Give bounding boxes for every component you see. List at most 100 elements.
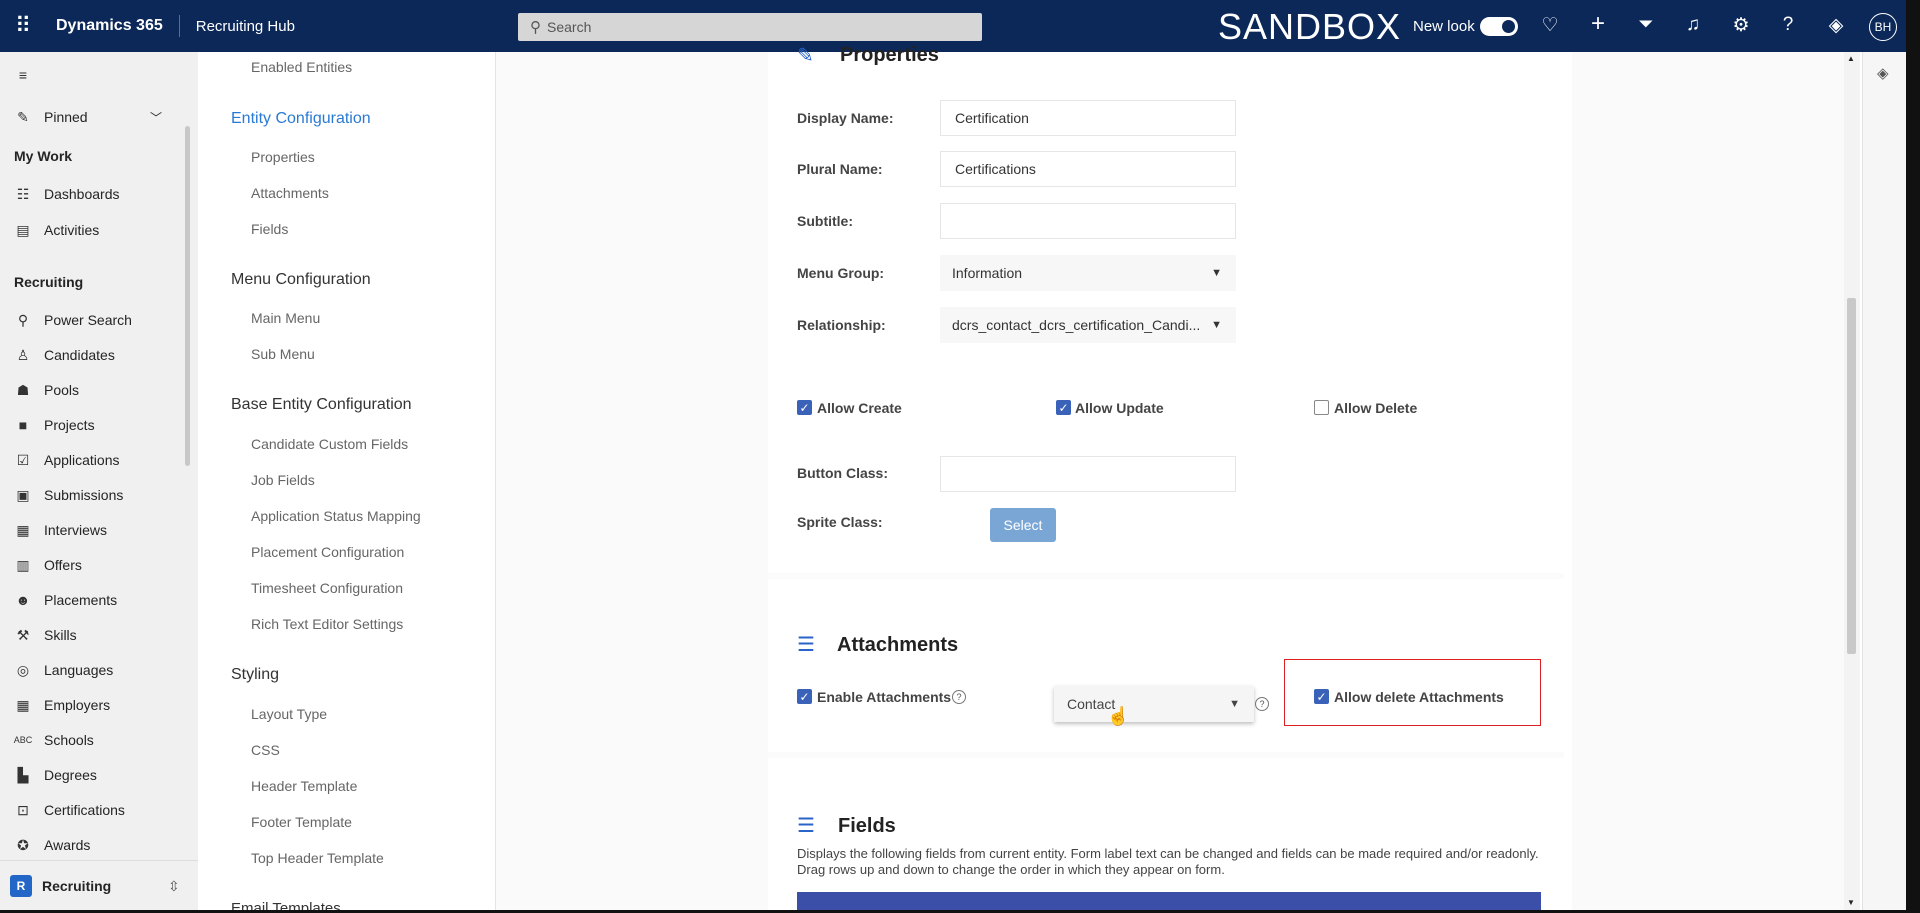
nav-item-label: Employers <box>44 697 111 713</box>
relationship-label: Relationship: <box>797 317 886 333</box>
config-link-layout-type[interactable]: Layout Type <box>251 706 327 722</box>
config-link-properties[interactable]: Properties <box>251 149 315 165</box>
config-heading-base-entity[interactable]: Base Entity Configuration <box>231 396 412 414</box>
subtitle-input[interactable] <box>940 203 1236 239</box>
filter-icon[interactable]: ⏷ <box>1634 14 1658 36</box>
config-link-header-template[interactable]: Header Template <box>251 778 357 794</box>
tools-icon: ⚒ <box>16 626 30 643</box>
config-link-attachments[interactable]: Attachments <box>251 185 329 201</box>
nav-item-pools[interactable]: ☗ Pools <box>0 375 182 405</box>
enable-attachments-checkbox[interactable]: ✓ <box>797 689 812 704</box>
search-input[interactable]: ⚲ Search <box>518 13 982 41</box>
nav-item-label: Dashboards <box>44 186 120 202</box>
nav-item-placements[interactable]: ☻ Placements <box>0 585 182 615</box>
document-icon: ▥ <box>16 556 30 573</box>
help-icon[interactable]: ? <box>1776 14 1800 36</box>
config-link-sub-menu[interactable]: Sub Menu <box>251 346 315 362</box>
allow-delete-checkbox[interactable] <box>1314 400 1329 415</box>
config-link-top-header-template[interactable]: Top Header Template <box>251 850 384 866</box>
lightbulb-icon[interactable]: ♡ <box>1538 14 1562 37</box>
nav-item-offers[interactable]: ▥ Offers <box>0 550 182 580</box>
abc-icon: ABC <box>13 735 33 745</box>
menu-group-select[interactable]: Information ▼ <box>940 255 1236 291</box>
properties-title: Properties <box>840 44 939 66</box>
avatar[interactable]: BH <box>1869 13 1897 41</box>
sprite-select-button[interactable]: Select <box>990 508 1056 542</box>
pinned-toggle[interactable]: ✎ Pinned ﹀ <box>0 102 182 132</box>
nav-item-candidates[interactable]: ♙ Candidates <box>0 340 182 370</box>
nav-item-employers[interactable]: ▦ Employers <box>0 690 182 720</box>
nav-item-skills[interactable]: ⚒ Skills <box>0 620 182 650</box>
relationship-value: dcrs_contact_dcrs_certification_Candi... <box>952 317 1201 333</box>
gear-icon[interactable]: ⚙ <box>1729 14 1753 37</box>
scroll-down-icon[interactable]: ▼ <box>1847 898 1855 907</box>
scroll-up-icon[interactable]: ▲ <box>1847 54 1855 63</box>
config-heading-email-templates[interactable]: Email Templates <box>231 900 341 910</box>
plus-icon[interactable]: + <box>1586 10 1610 38</box>
help-icon[interactable]: ? <box>952 690 966 704</box>
nav-item-awards[interactable]: ✪ Awards <box>0 830 182 860</box>
config-heading-menu[interactable]: Menu Configuration <box>231 271 371 289</box>
nav-item-activities[interactable]: ▤ Activities <box>0 215 182 245</box>
help-icon[interactable]: ? <box>1255 697 1269 711</box>
nav-item-label: Degrees <box>44 767 97 783</box>
config-link-footer-template[interactable]: Footer Template <box>251 814 352 830</box>
pin-icon: ✎ <box>17 108 29 125</box>
app-name[interactable]: Recruiting Hub <box>180 18 295 35</box>
allow-delete-attachments-checkbox[interactable]: ✓ <box>1314 689 1329 704</box>
app-launcher-icon[interactable]: ⠿ <box>0 0 46 52</box>
attachment-entity-select[interactable]: Contact ▼ <box>1054 686 1254 722</box>
config-link-job-fields[interactable]: Job Fields <box>251 472 315 488</box>
list-icon: ☰ <box>797 815 815 837</box>
config-link-timesheet-configuration[interactable]: Timesheet Configuration <box>251 580 403 596</box>
config-link-placement-configuration[interactable]: Placement Configuration <box>251 544 404 560</box>
new-look-toggle[interactable] <box>1480 17 1518 36</box>
nav-item-label: Skills <box>44 627 77 643</box>
brand-name[interactable]: Dynamics 365 <box>46 15 180 37</box>
nav-item-schools[interactable]: ABC Schools <box>0 725 182 755</box>
nav-item-projects[interactable]: ■ Projects <box>0 410 182 440</box>
config-sidebar: Enabled Entities Entity Configuration Pr… <box>198 52 496 910</box>
bell-icon[interactable]: ♫ <box>1681 14 1705 36</box>
copilot-icon[interactable]: ◈ <box>1824 14 1848 37</box>
nav-item-label: Submissions <box>44 487 124 503</box>
nav-item-languages[interactable]: ◎ Languages <box>0 655 182 685</box>
people-icon: ☻ <box>15 592 31 608</box>
nav-item-dashboards[interactable]: ☷ Dashboards <box>0 179 182 209</box>
nav-scrollbar[interactable] <box>185 126 190 466</box>
config-link-fields[interactable]: Fields <box>251 221 288 237</box>
config-link-rich-text-editor-settings[interactable]: Rich Text Editor Settings <box>251 616 403 632</box>
display-name-input[interactable]: Certification <box>940 100 1236 136</box>
enable-attachments-label: Enable Attachments <box>817 689 952 705</box>
edit-icon: ✎ <box>797 45 814 67</box>
allow-create-checkbox[interactable]: ✓ <box>797 400 812 415</box>
nav-item-degrees[interactable]: ▙ Degrees <box>0 760 182 790</box>
fields-title: Fields <box>838 815 896 837</box>
nav-item-power-search[interactable]: ⚲ Power Search <box>0 305 182 335</box>
nav-item-applications[interactable]: ☑ Applications <box>0 445 182 475</box>
hand-cursor-icon: ☝ <box>1107 706 1130 726</box>
globe-icon: ◎ <box>16 661 30 678</box>
config-heading-entity[interactable]: Entity Configuration <box>231 110 371 128</box>
copilot-icon[interactable]: ◈ <box>1877 64 1889 82</box>
main-scrollbar[interactable]: ▲ ▼ <box>1844 52 1860 910</box>
hamburger-button[interactable]: ≡ <box>0 60 182 90</box>
menu-group-value: Information <box>952 265 1023 281</box>
config-link-css[interactable]: CSS <box>251 742 280 758</box>
nav-item-certifications[interactable]: ⊡ Certifications <box>0 795 182 825</box>
nav-item-interviews[interactable]: ▦ Interviews <box>0 515 182 545</box>
section-recruiting: Recruiting <box>14 274 84 290</box>
config-link-application-status-mapping[interactable]: Application Status Mapping <box>251 508 421 524</box>
allow-update-checkbox[interactable]: ✓ <box>1056 400 1071 415</box>
plural-name-input[interactable]: Certifications <box>940 151 1236 187</box>
config-link-enabled-entities[interactable]: Enabled Entities <box>251 59 352 75</box>
config-heading-styling[interactable]: Styling <box>231 666 279 684</box>
config-link-main-menu[interactable]: Main Menu <box>251 310 320 326</box>
button-class-input[interactable] <box>940 456 1236 492</box>
side-pane: ◈ <box>1862 52 1906 910</box>
area-switcher[interactable]: R Recruiting ⇳ <box>0 860 198 910</box>
relationship-select[interactable]: dcrs_contact_dcrs_certification_Candi...… <box>940 307 1236 343</box>
scrollbar-thumb[interactable] <box>1847 298 1856 654</box>
nav-item-submissions[interactable]: ▣ Submissions <box>0 480 182 510</box>
config-link-candidate-custom-fields[interactable]: Candidate Custom Fields <box>251 436 408 452</box>
